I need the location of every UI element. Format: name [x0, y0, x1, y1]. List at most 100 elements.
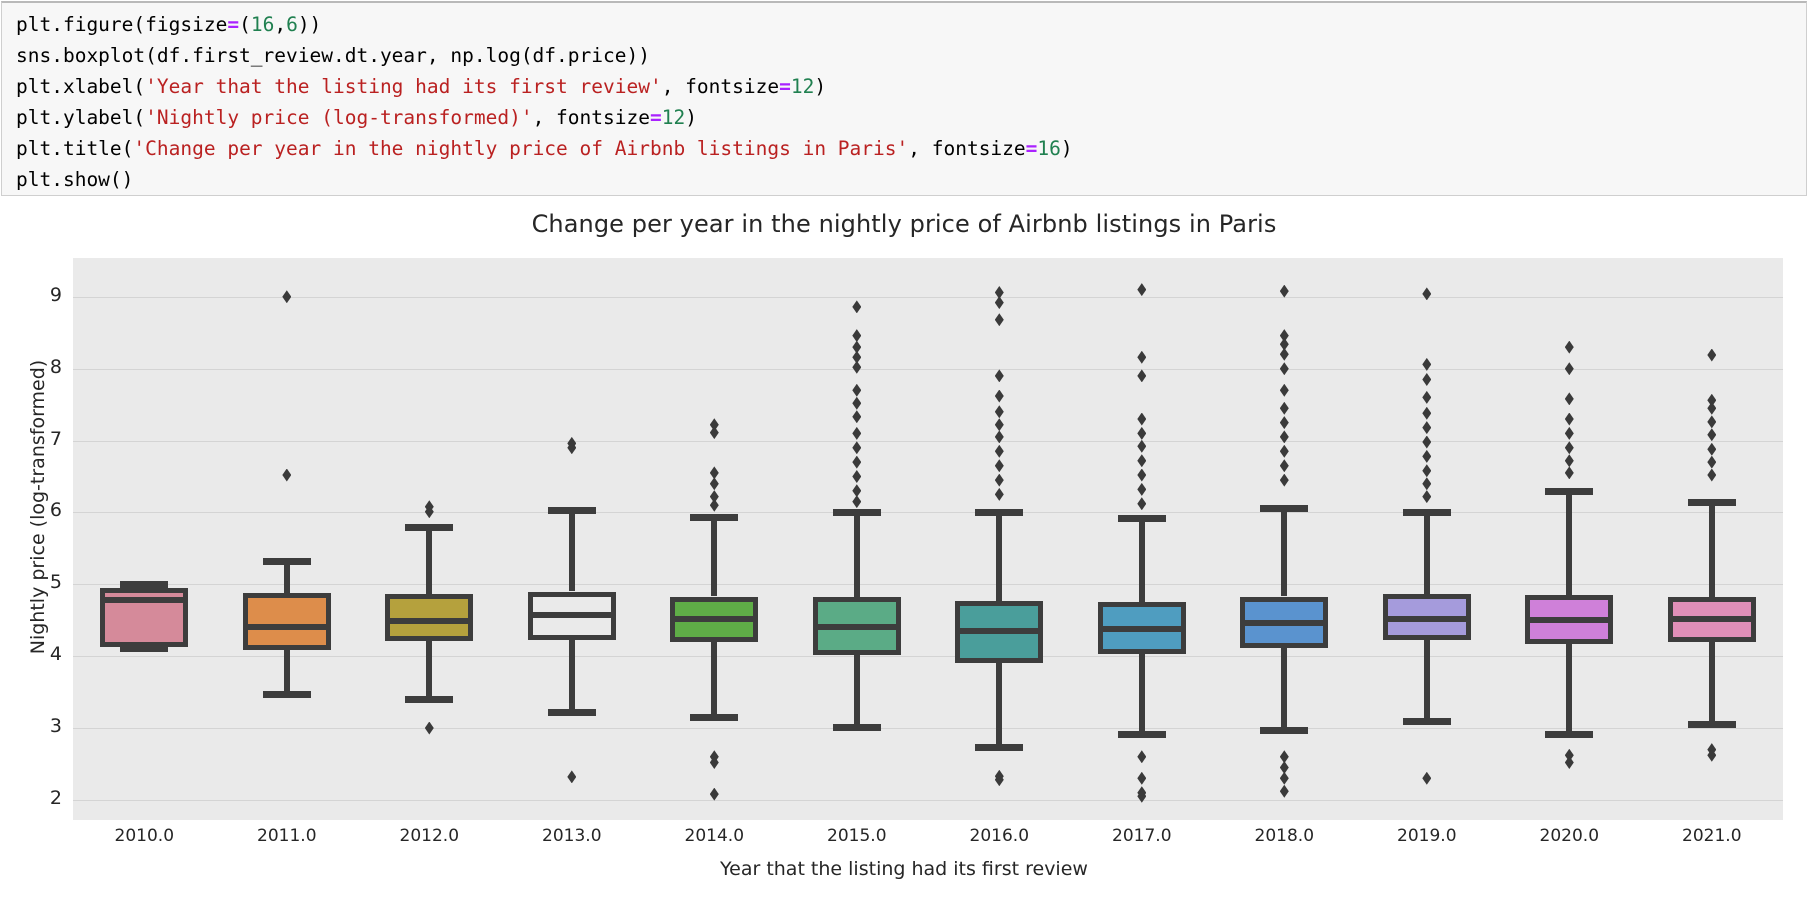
gridline	[73, 440, 1783, 442]
outlier-point	[994, 487, 1004, 501]
outlier-point	[994, 296, 1004, 310]
outlier-point	[1137, 454, 1147, 468]
whisker-upper	[1281, 508, 1288, 597]
outlier-point	[852, 470, 862, 483]
outlier-point	[709, 498, 719, 512]
code-source[interactable]: plt.figure(figsize=(16,6)) sns.boxplot(df…	[16, 9, 1802, 195]
outlier-point	[1137, 439, 1147, 453]
whisker-cap-upper	[1260, 505, 1309, 513]
outlier-point	[1564, 412, 1574, 426]
code-line: plt.show()	[16, 164, 1802, 195]
code-line: plt.xlabel('Year that the listing had it…	[16, 71, 1802, 102]
outlier-point	[994, 389, 1004, 403]
whisker-upper	[1423, 512, 1430, 595]
outlier-point	[1279, 444, 1289, 458]
code-token: 'Change per year in the nightly price of…	[133, 137, 909, 160]
code-token: 12	[661, 106, 686, 129]
whisker-cap-lower	[1402, 717, 1451, 725]
median-line	[955, 628, 1044, 634]
outlier-point	[1564, 441, 1574, 455]
outlier-point	[1137, 412, 1147, 426]
code-token: 12	[790, 75, 815, 98]
outlier-point	[1279, 347, 1289, 361]
outlier-point	[1279, 401, 1289, 415]
outlier-point	[1422, 406, 1432, 420]
outlier-point	[852, 300, 862, 314]
x-tick-label: 2018.0	[1254, 826, 1315, 846]
outlier-point	[852, 329, 862, 343]
outlier-point	[1422, 287, 1432, 301]
code-token: =	[1025, 137, 1038, 160]
whisker-cap-lower	[547, 709, 596, 717]
code-token: 16	[1037, 137, 1061, 160]
matplotlib-figure: Change per year in the nightly price of …	[0, 196, 1808, 914]
outlier-point	[994, 405, 1004, 419]
code-token: ))	[297, 13, 322, 36]
gridline	[73, 584, 1783, 586]
outlier-point	[1137, 771, 1147, 785]
code-line: sns.boxplot(df.first_review.dt.year, np.…	[16, 40, 1802, 71]
code-token: =	[649, 106, 662, 129]
outlier-point	[852, 410, 862, 424]
outlier-point	[1422, 464, 1432, 478]
median-line	[1097, 625, 1186, 632]
x-tick-label: 2019.0	[1397, 826, 1457, 846]
outlier-point	[1279, 362, 1289, 376]
whisker-lower	[1566, 643, 1573, 734]
outlier-point	[852, 495, 862, 509]
box-iqr	[242, 592, 331, 651]
outlier-point	[1137, 350, 1147, 364]
outlier-point	[1564, 756, 1574, 769]
outlier-point	[994, 473, 1004, 487]
outlier-point	[1137, 426, 1147, 440]
outlier-point	[1279, 784, 1289, 798]
x-tick-label: 2014.0	[684, 826, 745, 846]
outlier-point	[1279, 771, 1289, 785]
outlier-point	[1564, 454, 1574, 468]
code-token: 'Nightly price (log-transformed)'	[145, 106, 533, 129]
x-tick-label: 2016.0	[969, 826, 1030, 846]
median-line	[670, 615, 759, 622]
gridline	[73, 656, 1783, 658]
median-line	[242, 623, 331, 630]
outlier-point	[1137, 497, 1147, 511]
median-line	[812, 624, 901, 631]
code-cell[interactable]: plt.figure(figsize=(16,6)) sns.boxplot(df…	[1, 1, 1807, 196]
outlier-point	[852, 383, 862, 397]
whisker-upper	[1138, 518, 1145, 602]
code-token: plt.xlabel(	[16, 75, 146, 98]
outlier-point	[1422, 771, 1432, 785]
outlier-point	[994, 444, 1004, 458]
code-token: 6	[286, 13, 298, 36]
whisker-cap-lower	[975, 744, 1024, 752]
median-line	[1525, 617, 1614, 624]
gridline	[73, 512, 1783, 514]
code-token: )	[1060, 137, 1073, 160]
outlier-point	[852, 455, 862, 469]
whisker-upper	[853, 512, 860, 598]
outlier-point	[994, 418, 1004, 432]
code-token: plt.title(	[16, 137, 134, 160]
gridline	[73, 296, 1783, 298]
outlier-point	[567, 770, 577, 784]
median-line	[527, 612, 616, 619]
outlier-point	[1564, 466, 1574, 480]
whisker-cap-lower	[1545, 730, 1594, 738]
outlier-point	[1279, 459, 1289, 473]
whisker-cap-lower	[405, 696, 454, 704]
gridline	[73, 368, 1783, 370]
outlier-point	[709, 787, 719, 801]
outlier-point	[1422, 435, 1432, 449]
code-token: sns.boxplot(df.first_review.dt.year, np.…	[16, 44, 650, 67]
outlier-point	[1137, 283, 1147, 297]
outlier-point	[852, 396, 862, 410]
code-line: plt.figure(figsize=(16,6))	[16, 9, 1802, 40]
code-token: plt.ylabel(	[16, 106, 146, 129]
whisker-cap-upper	[975, 509, 1024, 517]
outlier-point	[1422, 373, 1432, 386]
outlier-point	[1707, 348, 1717, 362]
x-tick-label: 2011.0	[257, 826, 317, 846]
outlier-point	[1422, 421, 1432, 435]
outlier-point	[1279, 416, 1289, 430]
code-token: 16	[250, 13, 275, 36]
